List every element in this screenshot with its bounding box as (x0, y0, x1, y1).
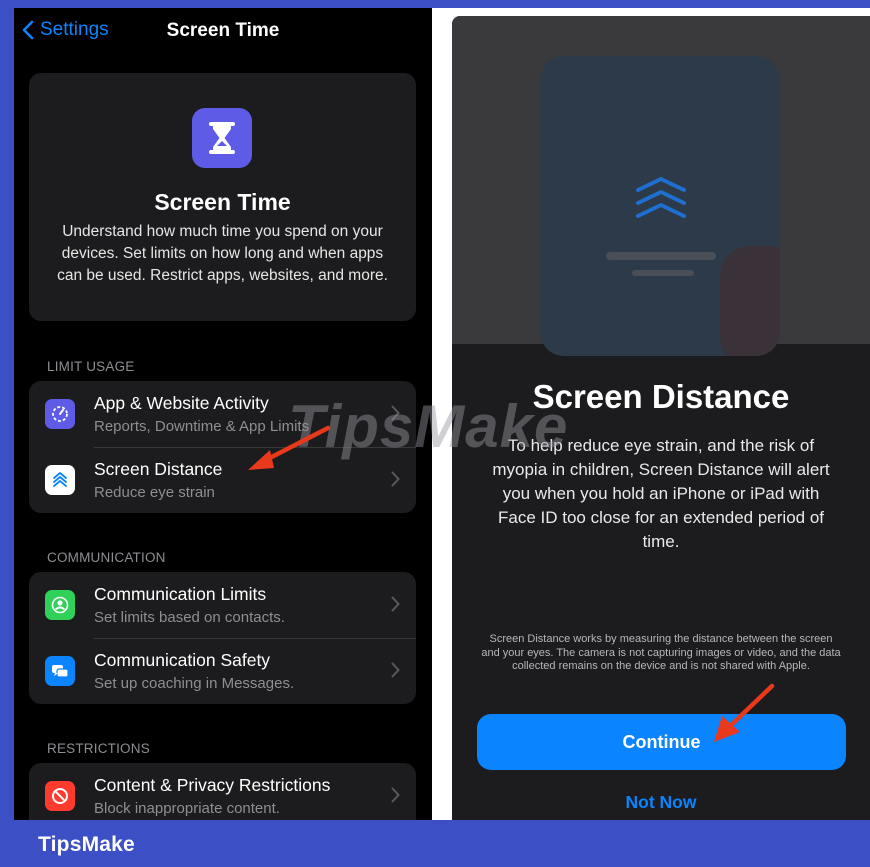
hourglass-icon (192, 108, 252, 168)
row-app-website-activity[interactable]: App & Website Activity Reports, Downtime… (29, 381, 416, 447)
screen-time-settings-screen: Settings Screen Time Screen Time Underst… (14, 8, 432, 820)
hero-description: Understand how much time you spend on yo… (57, 223, 388, 284)
row-title: Content & Privacy Restrictions (94, 775, 331, 795)
limit-usage-group: App & Website Activity Reports, Downtime… (29, 381, 416, 513)
onboarding-description: To help reduce eye strain, and the risk … (492, 436, 830, 551)
row-content-privacy-restrictions[interactable]: Content & Privacy Restrictions Block ina… (29, 763, 416, 820)
device-glow (720, 246, 780, 356)
preview-illustration (452, 16, 870, 356)
chevron-right-icon (391, 471, 400, 487)
privacy-fine-print: Screen Distance works by measuring the d… (481, 633, 841, 672)
communication-group: Communication Limits Set limits based on… (29, 572, 416, 704)
row-subtitle: Block inappropriate content. (94, 800, 280, 817)
contact-icon (45, 590, 75, 620)
screen-distance-icon (45, 465, 75, 495)
section-header-communication: COMMUNICATION (47, 550, 166, 565)
chevron-right-icon (391, 596, 400, 612)
section-header-limit-usage: LIMIT USAGE (47, 359, 135, 374)
row-communication-limits[interactable]: Communication Limits Set limits based on… (29, 572, 416, 638)
row-screen-distance[interactable]: Screen Distance Reduce eye strain (29, 447, 416, 513)
device-illustration (540, 56, 780, 356)
row-subtitle: Set up coaching in Messages. (94, 675, 295, 692)
row-subtitle: Reduce eye strain (94, 484, 215, 501)
row-title: Communication Safety (94, 650, 271, 670)
chevron-right-icon (391, 787, 400, 803)
row-title: Screen Distance (94, 459, 223, 479)
screen-time-hero-card: Screen Time Understand how much time you… (29, 73, 416, 321)
row-title: Communication Limits (94, 584, 267, 604)
row-subtitle: Set limits based on contacts. (94, 609, 285, 626)
activity-icon (45, 399, 75, 429)
brand-logo-text: TipsMake (38, 833, 135, 856)
section-header-restrictions: RESTRICTIONS (47, 741, 150, 756)
placeholder-bar (606, 252, 716, 260)
page-title: Screen Time (166, 20, 280, 41)
row-title: App & Website Activity (94, 393, 269, 413)
block-icon (45, 781, 75, 811)
chevron-right-icon (391, 405, 400, 421)
continue-button[interactable]: Continue (477, 714, 846, 770)
placeholder-bar (632, 270, 694, 276)
navigation-bar: Settings Screen Time (14, 8, 432, 60)
triple-chevron-up-icon (636, 177, 686, 218)
restrictions-group: Content & Privacy Restrictions Block ina… (29, 763, 416, 820)
not-now-button[interactable]: Not Now (452, 792, 870, 813)
row-communication-safety[interactable]: Communication Safety Set up coaching in … (29, 638, 416, 704)
chevron-right-icon (391, 662, 400, 678)
hero-title: Screen Time (154, 189, 291, 215)
chat-bubbles-icon (45, 656, 75, 686)
onboarding-title: Screen Distance (532, 378, 790, 415)
screen-distance-onboarding-screen: Screen Distance To help reduce eye strai… (452, 16, 870, 820)
row-subtitle: Reports, Downtime & App Limits (94, 418, 310, 435)
